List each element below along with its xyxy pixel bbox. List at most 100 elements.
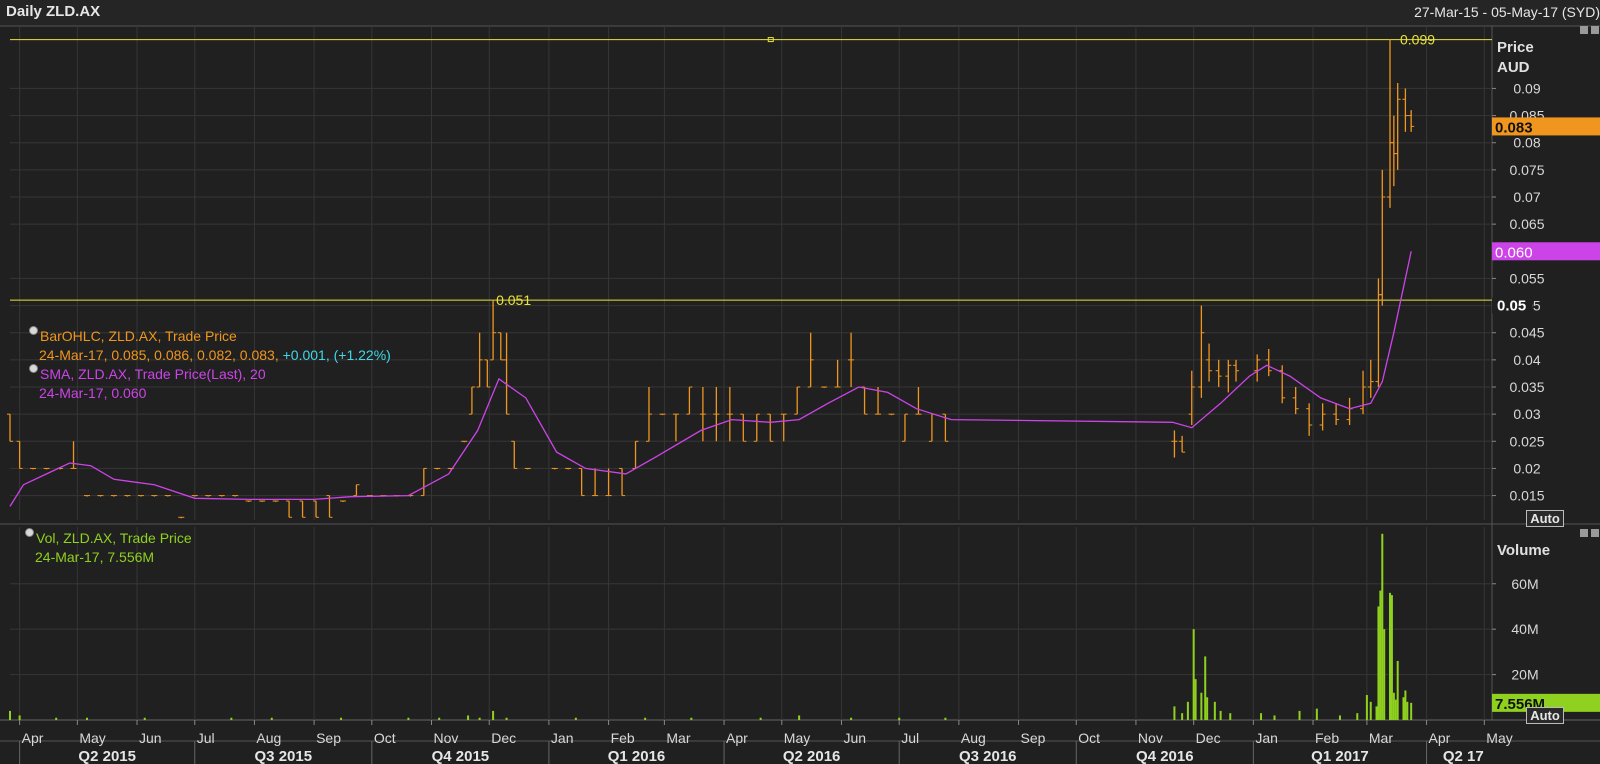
- x-month-label: Feb: [611, 730, 635, 746]
- volume-bar: [574, 717, 577, 720]
- volume-bar: [9, 710, 11, 720]
- x-quarter-label: Q2 2016: [783, 748, 841, 764]
- ohlc-legend-title: BarOHLC, ZLD.AX, Trade Price: [40, 328, 237, 344]
- volume-panel-maximize-icon[interactable]: [1580, 529, 1588, 537]
- x-month-label: Jun: [139, 730, 162, 746]
- volume-bar: [1213, 701, 1216, 720]
- x-month-label: Jun: [843, 730, 866, 746]
- volume-bar: [944, 717, 947, 720]
- x-month-label: Jul: [901, 730, 919, 746]
- volume-bar: [492, 710, 495, 720]
- volume-bar: [1186, 701, 1189, 720]
- volume-bar: [1392, 692, 1395, 720]
- volume-bar: [759, 717, 762, 720]
- volume-bar: [644, 717, 647, 720]
- volume-bar: [1406, 701, 1409, 720]
- x-month-label: Nov: [1138, 730, 1163, 746]
- price-tick-label: 0.015: [1509, 488, 1544, 504]
- x-month-label: Jul: [197, 730, 215, 746]
- x-month-label: Jan: [1255, 730, 1278, 746]
- volume-bar: [1396, 660, 1399, 720]
- x-month-label: Sep: [1021, 730, 1046, 746]
- volume-tick-label: 40M: [1511, 621, 1538, 637]
- sma-legend-values: 24-Mar-17, 0.060: [39, 385, 147, 401]
- volume-bar: [1356, 713, 1359, 720]
- price-tick-label: 0.08: [1513, 135, 1540, 151]
- sma-legend-title: SMA, ZLD.AX, Trade Price(Last), 20: [40, 366, 266, 382]
- volume-bar: [143, 717, 146, 720]
- volume-axis-title: Volume: [1497, 542, 1550, 559]
- x-month-label: Aug: [256, 730, 281, 746]
- price-tick-label: 0.065: [1509, 216, 1544, 232]
- price-tick-label: 0.02: [1513, 460, 1540, 476]
- legend-toggle-icon[interactable]: [29, 326, 38, 335]
- x-quarter-label: Q3 2015: [255, 748, 313, 764]
- price-tick-label: 0.035: [1509, 379, 1544, 395]
- price-panel-maximize-icon[interactable]: [1580, 26, 1588, 34]
- x-quarter-label: Q2 2015: [78, 748, 136, 764]
- volume-bar: [798, 715, 801, 720]
- volume-bar: [1194, 679, 1197, 720]
- ohlc-legend-values: 24-Mar-17, 0.085, 0.086, 0.082, 0.083,: [39, 347, 279, 363]
- reference-line-label: 0.099: [1400, 32, 1435, 48]
- x-quarter-label: Q4 2016: [1136, 748, 1194, 764]
- volume-bar: [1173, 706, 1176, 720]
- x-quarter-label: Q4 2015: [432, 748, 490, 764]
- volume-bar: [270, 717, 273, 720]
- x-month-label: Mar: [666, 730, 690, 746]
- volume-panel-close-icon[interactable]: [1591, 529, 1599, 537]
- price-tick-label: 0.055: [1509, 270, 1544, 286]
- x-quarter-label: Q3 2016: [959, 748, 1017, 764]
- price-tick-label: 0.04: [1513, 352, 1540, 368]
- price-axis-unit: AUD: [1497, 59, 1530, 76]
- volume-bar: [55, 717, 58, 720]
- volume-bar: [1260, 713, 1263, 720]
- volume-auto-button[interactable]: Auto: [1526, 707, 1564, 724]
- x-month-label: Apr: [1429, 730, 1451, 746]
- x-month-label: May: [784, 730, 810, 746]
- volume-bar: [1402, 697, 1405, 720]
- volume-bar: [1273, 715, 1276, 720]
- legend-toggle-icon[interactable]: [29, 364, 38, 373]
- volume-bar: [1379, 590, 1382, 720]
- price-panel-close-icon[interactable]: [1591, 26, 1599, 34]
- volume-bar: [407, 717, 410, 720]
- volume-bar: [1365, 695, 1368, 720]
- volume-series: [9, 533, 1413, 720]
- x-month-label: May: [1486, 730, 1512, 746]
- volume-bar: [230, 717, 233, 720]
- price-tick-label: 0.07: [1513, 189, 1540, 205]
- x-month-label: Apr: [726, 730, 748, 746]
- price-legend: BarOHLC, ZLD.AX, Trade Price 24-Mar-17, …: [29, 326, 391, 403]
- volume-bar: [1388, 592, 1391, 720]
- volume-tick-label: 60M: [1511, 576, 1538, 592]
- x-month-label: Aug: [961, 730, 986, 746]
- volume-bar: [1375, 706, 1378, 720]
- x-month-label: Dec: [491, 730, 516, 746]
- x-month-label: Sep: [316, 730, 341, 746]
- volume-bar: [1206, 697, 1209, 720]
- price-tick-label: 0.03: [1513, 406, 1540, 422]
- x-month-label: Jan: [551, 730, 574, 746]
- volume-bar: [438, 717, 441, 720]
- ohlc-legend-change: +0.001, (+1.22%): [282, 347, 391, 363]
- x-month-label: Feb: [1315, 730, 1339, 746]
- volume-bar: [85, 717, 88, 720]
- x-month-label: Oct: [1078, 730, 1100, 746]
- price-auto-button[interactable]: Auto: [1526, 510, 1564, 527]
- volume-bar: [1369, 701, 1372, 720]
- reference-line-label: 0.051: [496, 292, 531, 308]
- x-month-label: Dec: [1196, 730, 1221, 746]
- price-tick-label-bold: 0.05: [1497, 298, 1526, 315]
- price-axis-title: Price: [1497, 39, 1534, 56]
- x-month-label: Apr: [22, 730, 44, 746]
- x-quarter-label: Q2 17: [1443, 748, 1484, 764]
- x-month-label: Nov: [434, 730, 459, 746]
- legend-toggle-icon[interactable]: [25, 528, 34, 537]
- volume-bar: [18, 715, 21, 720]
- volume-bar: [898, 717, 901, 720]
- date-range: 27-Mar-15 - 05-May-17 (SYD): [1414, 4, 1600, 20]
- price-tick-label: 0.075: [1509, 162, 1544, 178]
- volume-bar: [1377, 606, 1380, 720]
- x-quarter-label: Q1 2017: [1311, 748, 1369, 764]
